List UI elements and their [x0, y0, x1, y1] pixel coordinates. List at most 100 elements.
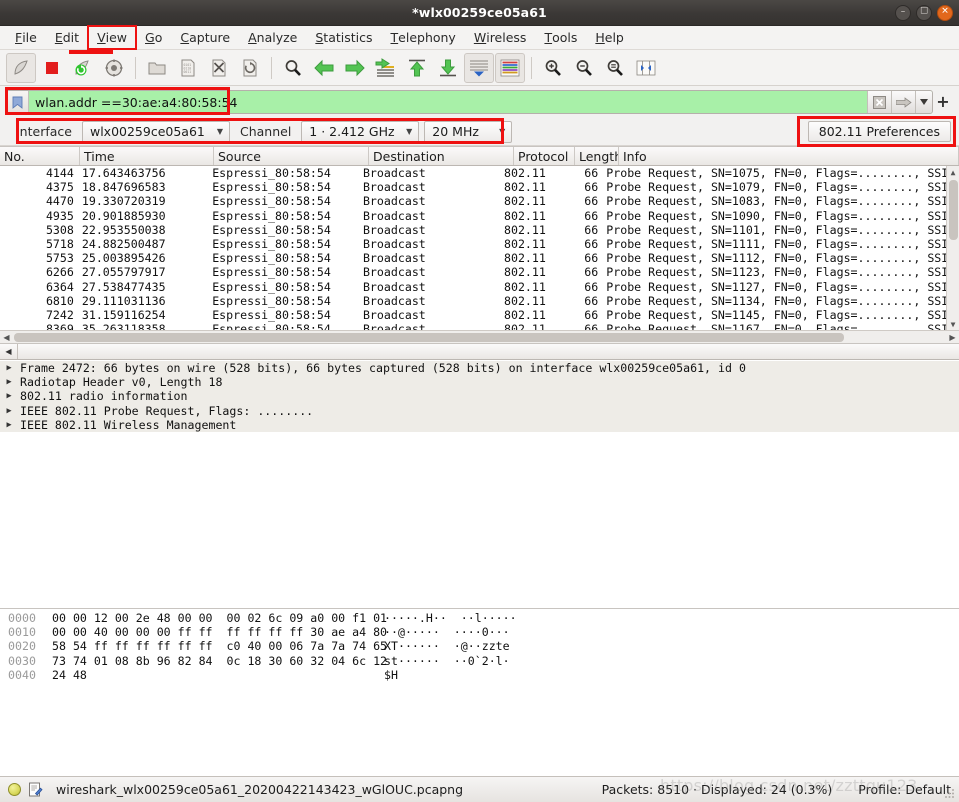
packet-detail-row[interactable]: ▶ Frame 2472: 66 bytes on wire (528 bits)… — [0, 361, 959, 376]
menu-tools[interactable]: Tools — [535, 26, 586, 49]
start-capture-icon[interactable] — [6, 52, 36, 83]
hexdump-row[interactable]: 0000 00 00 12 00 2e 48 00 00 00 02 6c 09 … — [0, 611, 959, 625]
packet-time: 29.111031136 — [81, 293, 166, 308]
column-header-length[interactable]: Length — [575, 147, 619, 165]
reload-file-icon[interactable] — [235, 53, 265, 83]
expand-triangle-icon[interactable]: ▶ — [0, 377, 18, 387]
menu-go[interactable]: Go — [136, 26, 171, 49]
packet-detail-label: Radiotap Header v0, Length 18 — [20, 375, 223, 390]
go-forward-icon[interactable] — [340, 53, 370, 83]
expert-info-icon[interactable] — [8, 783, 21, 796]
restart-capture-icon[interactable] — [68, 53, 98, 83]
menu-edit[interactable]: Edit — [46, 26, 88, 49]
scroll-down-icon[interactable]: ▼ — [951, 318, 956, 330]
go-to-first-packet-icon[interactable] — [402, 53, 432, 83]
save-file-icon[interactable]: 0101 0110 0011 — [173, 53, 203, 83]
profile-label[interactable]: Profile: Default — [858, 782, 951, 797]
zoom-in-icon[interactable] — [538, 53, 568, 83]
minimize-button[interactable]: – — [895, 4, 911, 21]
go-to-packet-icon[interactable] — [371, 53, 401, 83]
packet-list-row[interactable]: 8369 35.263118358 Espressi_80:58:54 Broadca… — [0, 322, 959, 330]
capture-options-icon[interactable] — [99, 53, 129, 83]
expand-triangle-icon[interactable]: ▶ — [0, 391, 18, 401]
filter-history-dropdown[interactable] — [915, 91, 932, 113]
resize-columns-icon[interactable] — [631, 53, 661, 83]
packet-detail-label: IEEE 802.11 Probe Request, Flags: ......… — [20, 403, 314, 418]
packet-detail-row[interactable]: ▶ Radiotap Header v0, Length 18 — [0, 375, 959, 390]
column-header-info[interactable]: Info — [619, 147, 959, 165]
packet-list-vscrollbar[interactable]: ▲ ▼ — [946, 166, 959, 330]
close-button[interactable]: ✕ — [937, 4, 953, 21]
packet-destination: Broadcast — [362, 265, 426, 280]
expand-triangle-icon[interactable]: ▶ — [0, 420, 18, 430]
packet-list-hscrollbar[interactable]: ◀ ▶ — [0, 330, 959, 343]
display-filter-input[interactable] — [29, 91, 867, 113]
menu-capture[interactable]: Capture — [171, 26, 239, 49]
auto-scroll-icon[interactable] — [464, 52, 494, 83]
scrollbar-thumb[interactable] — [949, 180, 958, 240]
colorize-icon[interactable] — [495, 52, 525, 83]
column-header-destination[interactable]: Destination — [369, 147, 514, 165]
normal-size-icon[interactable] — [600, 53, 630, 83]
packet-detail-tree[interactable]: ▶ Frame 2472: 66 bytes on wire (528 bits)… — [0, 360, 959, 608]
column-header-no[interactable]: No. — [0, 147, 80, 165]
column-header-source[interactable]: Source — [214, 147, 369, 165]
clear-filter-button[interactable] — [867, 91, 891, 113]
capture-comment-icon[interactable] — [28, 782, 43, 797]
packet-list-row[interactable]: 6810 29.111031136 Espressi_80:58:54 Broadca… — [0, 294, 959, 308]
wireless-preferences-button[interactable]: 802.11 Preferences — [807, 121, 951, 142]
menu-file[interactable]: File — [6, 26, 46, 49]
add-filter-button[interactable]: + — [933, 94, 953, 110]
menu-analyze[interactable]: Analyze — [239, 26, 306, 49]
find-packet-icon[interactable] — [278, 53, 308, 83]
maximize-button[interactable]: ☐ — [916, 4, 932, 21]
packet-list-row[interactable]: 4375 18.847696583 Espressi_80:58:54 Broadca… — [0, 180, 959, 194]
resize-grip-icon[interactable] — [944, 787, 956, 799]
packet-list-rows[interactable]: 4144 17.643463756 Espressi_80:58:54 Broadca… — [0, 166, 959, 330]
packet-list-row[interactable]: 7242 31.159116254 Espressi_80:58:54 Broadca… — [0, 308, 959, 322]
hscrollbar-thumb[interactable] — [14, 333, 844, 342]
packet-list-row[interactable]: 6364 27.538477435 Espressi_80:58:54 Broadca… — [0, 280, 959, 294]
column-header-time[interactable]: Time — [80, 147, 214, 165]
menu-statistics[interactable]: Statistics — [306, 26, 381, 49]
menu-telephony[interactable]: Telephony — [382, 26, 465, 49]
scroll-right-icon[interactable]: ▶ — [946, 333, 959, 342]
go-back-icon[interactable] — [309, 53, 339, 83]
menu-view[interactable]: View — [87, 25, 138, 50]
packet-source: Espressi_80:58:54 — [212, 222, 331, 237]
stop-capture-icon[interactable] — [37, 53, 67, 83]
packet-detail-row[interactable]: ▶ 802.11 radio information — [0, 389, 959, 404]
open-file-icon[interactable] — [142, 53, 172, 83]
detail-collapse-icon[interactable]: ◀ — [0, 344, 18, 359]
scroll-left-icon[interactable]: ◀ — [0, 333, 13, 342]
zoom-out-icon[interactable] — [569, 53, 599, 83]
interface-select[interactable]: wlx00259ce05a61 ▼ — [81, 120, 230, 143]
channel-select[interactable]: 1 · 2.412 GHz ▼ — [301, 120, 420, 143]
menu-wireless[interactable]: Wireless — [465, 26, 536, 49]
channel-width-select[interactable]: 20 MHz ▼ — [424, 120, 513, 143]
expand-triangle-icon[interactable]: ▶ — [0, 406, 18, 416]
go-to-last-packet-icon[interactable] — [433, 53, 463, 83]
packet-no: 4470 — [45, 194, 74, 209]
hexdump-row[interactable]: 0020 58 54 ff ff ff ff ff ff c0 40 00 06 … — [0, 639, 959, 653]
packet-list-row[interactable]: 4144 17.643463756 Espressi_80:58:54 Broadca… — [0, 166, 959, 180]
scroll-up-icon[interactable]: ▲ — [951, 166, 956, 178]
packet-list-row[interactable]: 6266 27.055797917 Espressi_80:58:54 Broadca… — [0, 265, 959, 279]
menu-help[interactable]: Help — [586, 26, 633, 49]
bookmark-icon[interactable] — [7, 91, 29, 113]
packet-bytes-hexdump[interactable]: 0000 00 00 12 00 2e 48 00 00 00 02 6c 09 … — [0, 609, 959, 776]
close-file-icon[interactable] — [204, 53, 234, 83]
packet-list-row[interactable]: 5308 22.953550038 Espressi_80:58:54 Broadca… — [0, 223, 959, 237]
hexdump-row[interactable]: 0030 73 74 01 08 8b 96 82 84 0c 18 30 60 … — [0, 654, 959, 668]
column-header-protocol[interactable]: Protocol — [514, 147, 575, 165]
apply-filter-button[interactable] — [891, 91, 915, 113]
packet-detail-row[interactable]: ▶ IEEE 802.11 Probe Request, Flags: .....… — [0, 403, 959, 418]
hexdump-row[interactable]: 0040 24 48 $H — [0, 668, 959, 682]
hexdump-row[interactable]: 0010 00 00 40 00 00 00 ff ff ff ff ff ff … — [0, 625, 959, 639]
packet-list-row[interactable]: 4470 19.330720319 Espressi_80:58:54 Broadca… — [0, 194, 959, 208]
packet-list-row[interactable]: 4935 20.901885930 Espressi_80:58:54 Broadca… — [0, 209, 959, 223]
packet-list-row[interactable]: 5753 25.003895426 Espressi_80:58:54 Broadca… — [0, 251, 959, 265]
packet-list-row[interactable]: 5718 24.882500487 Espressi_80:58:54 Broadca… — [0, 237, 959, 251]
packet-detail-row[interactable]: ▶ IEEE 802.11 Wireless Management — [0, 417, 959, 432]
expand-triangle-icon[interactable]: ▶ — [0, 363, 18, 373]
